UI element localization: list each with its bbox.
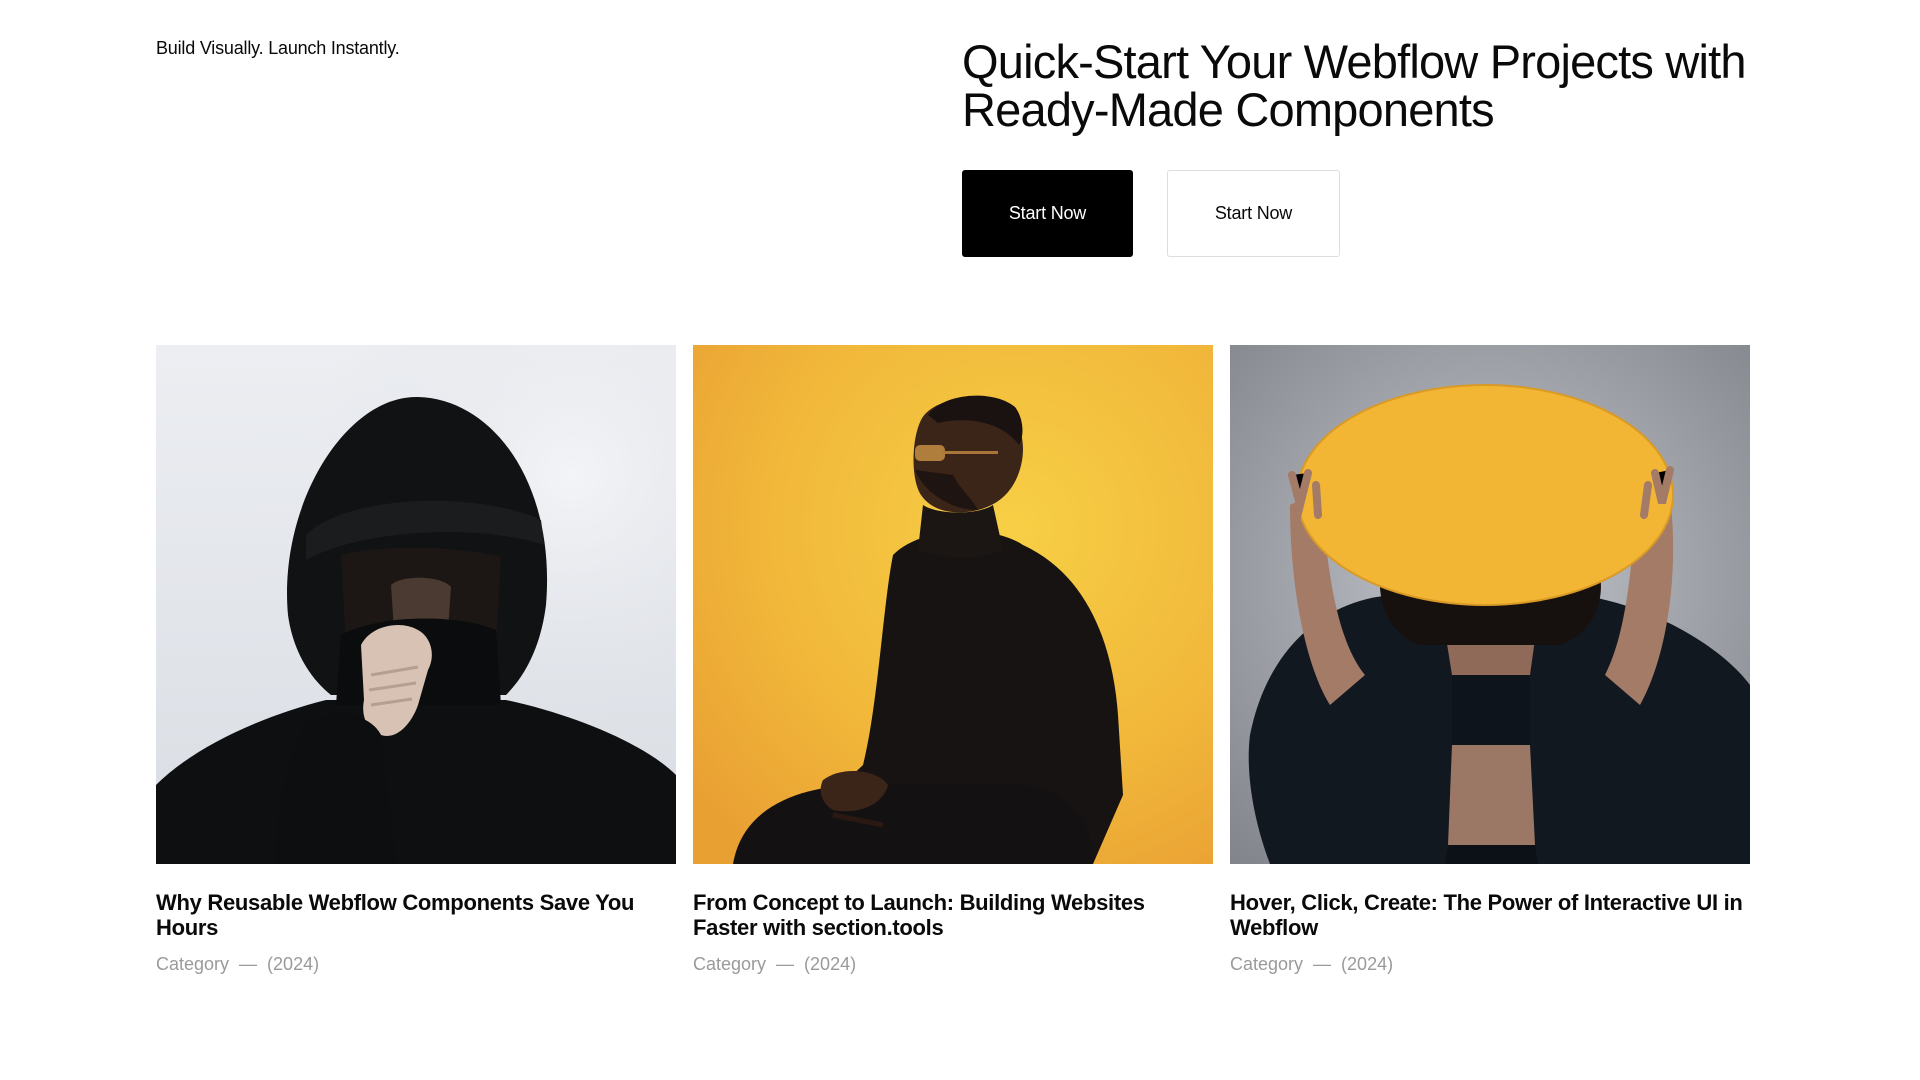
person-in-black-hood-icon[interactable] — [156, 345, 676, 864]
man-on-yellow-background-icon[interactable] — [693, 345, 1213, 864]
card-meta: Category — (2024) — [693, 954, 1213, 975]
card-meta: Category — (2024) — [156, 954, 676, 975]
card-year: (2024) — [1341, 954, 1394, 974]
card-title[interactable]: From Concept to Launch: Building Website… — [693, 890, 1213, 940]
card-year: (2024) — [804, 954, 857, 974]
tagline: Build Visually. Launch Instantly. — [156, 38, 400, 58]
start-now-primary-button[interactable]: Start Now — [962, 170, 1133, 257]
card-category: Category — [693, 954, 767, 974]
blog-card[interactable]: Hover, Click, Create: The Power of Inter… — [1230, 345, 1750, 975]
blog-card[interactable]: Why Reusable Webflow Components Save You… — [156, 345, 676, 975]
card-category: Category — [1230, 954, 1304, 974]
card-category: Category — [156, 954, 230, 974]
card-meta: Category — (2024) — [1230, 954, 1750, 975]
page: Build Visually. Launch Instantly. Quick-… — [0, 0, 1920, 1080]
card-title[interactable]: Hover, Click, Create: The Power of Inter… — [1230, 890, 1750, 940]
start-now-secondary-button[interactable]: Start Now — [1167, 170, 1340, 257]
hero-title: Quick-Start Your Webflow Projects with R… — [962, 35, 1747, 136]
blog-card[interactable]: From Concept to Launch: Building Website… — [693, 345, 1213, 975]
card-year: (2024) — [267, 954, 320, 974]
woman-holding-yellow-oval-icon[interactable] — [1230, 345, 1750, 864]
card-title[interactable]: Why Reusable Webflow Components Save You… — [156, 890, 676, 940]
card-separator: — — [239, 954, 258, 974]
card-separator: — — [776, 954, 795, 974]
card-separator: — — [1313, 954, 1332, 974]
